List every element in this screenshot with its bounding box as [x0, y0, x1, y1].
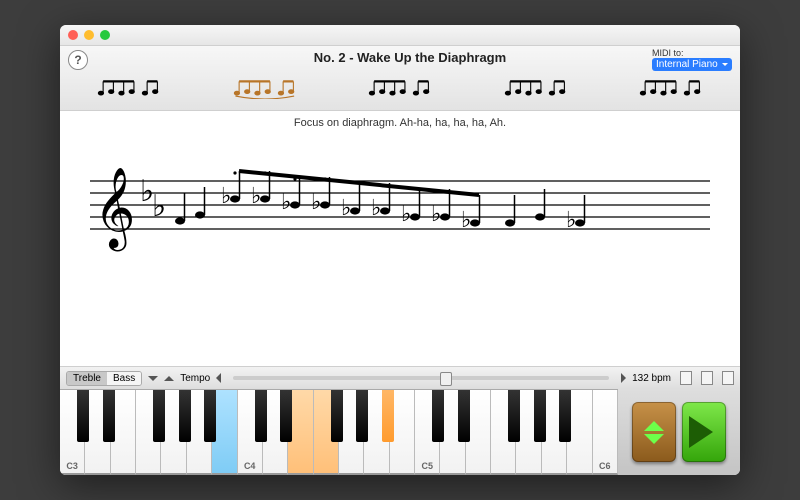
transpose-button[interactable]: [632, 402, 676, 462]
svg-text:♭: ♭: [461, 207, 471, 232]
clef-treble-button[interactable]: Treble: [67, 372, 107, 385]
midi-output: MIDI to: Internal Piano: [652, 48, 732, 71]
app-window: ? No. 2 - Wake Up the Diaphragm MIDI to:…: [60, 25, 740, 475]
white-key[interactable]: [288, 390, 313, 475]
play-icon: [689, 416, 729, 448]
tempo-slider[interactable]: [233, 376, 609, 380]
black-key[interactable]: [382, 390, 394, 442]
black-key[interactable]: [559, 390, 571, 442]
exercise-thumb-5[interactable]: [610, 74, 732, 102]
score-area: 𝄞 ♭ ♭ ♭♭♭♭♭♭♭♭♭♭: [60, 135, 740, 366]
black-key[interactable]: [103, 390, 115, 442]
loop-icon[interactable]: [722, 371, 734, 385]
exercise-thumb-4[interactable]: [475, 74, 597, 102]
svg-text:♭: ♭: [251, 183, 261, 208]
black-key[interactable]: [204, 390, 216, 442]
arrow-up-icon: [644, 411, 664, 431]
transpose-down-icon[interactable]: [148, 376, 158, 381]
keyboard-row: C3 C4 C5 C6: [60, 389, 740, 475]
clef-segmented: Treble Bass: [66, 371, 142, 386]
black-key[interactable]: [432, 390, 444, 442]
header: ? No. 2 - Wake Up the Diaphragm MIDI to:…: [60, 46, 740, 111]
tempo-slower-icon[interactable]: [216, 373, 221, 383]
key-label: C3: [60, 461, 84, 471]
black-key[interactable]: [331, 390, 343, 442]
key-label: C5: [415, 461, 439, 471]
exercise-thumbnails: [68, 74, 732, 102]
close-icon[interactable]: [68, 30, 78, 40]
white-key[interactable]: C6: [593, 390, 618, 475]
tempo-faster-icon[interactable]: [621, 373, 626, 383]
black-key[interactable]: [153, 390, 165, 442]
black-key[interactable]: [255, 390, 267, 442]
black-key[interactable]: [458, 390, 470, 442]
piano-keyboard: C3 C4 C5 C6: [60, 389, 618, 475]
transpose-up-icon[interactable]: [164, 376, 174, 381]
minimize-icon[interactable]: [84, 30, 94, 40]
clef-bass-button[interactable]: Bass: [107, 372, 141, 385]
exercise-thumb-3[interactable]: [339, 74, 461, 102]
exercise-thumb-2[interactable]: [204, 74, 326, 102]
music-staff: 𝄞 ♭ ♭ ♭♭♭♭♭♭♭♭♭♭: [80, 151, 720, 271]
tempo-slider-knob[interactable]: [440, 372, 452, 386]
svg-text:♭: ♭: [221, 183, 231, 208]
black-key[interactable]: [508, 390, 520, 442]
exercise-thumb-1[interactable]: [68, 74, 190, 102]
svg-text:♭: ♭: [401, 201, 411, 226]
metronome-icon[interactable]: [680, 371, 692, 385]
svg-text:♭: ♭: [281, 189, 291, 214]
control-bar: Treble Bass Tempo 132 bpm: [60, 366, 740, 389]
arrow-down-icon: [644, 434, 664, 454]
exercise-title: No. 2 - Wake Up the Diaphragm: [88, 50, 732, 65]
black-key[interactable]: [280, 390, 292, 442]
black-key[interactable]: [534, 390, 546, 442]
svg-text:♭: ♭: [152, 190, 166, 223]
play-button[interactable]: [682, 402, 726, 462]
svg-text:♭: ♭: [341, 195, 351, 220]
black-key[interactable]: [356, 390, 368, 442]
black-key[interactable]: [179, 390, 191, 442]
instruction-text: Focus on diaphragm. Ah-ha, ha, ha, ha, A…: [60, 111, 740, 135]
help-button[interactable]: ?: [68, 50, 88, 70]
svg-text:♭: ♭: [371, 195, 381, 220]
svg-text:♭: ♭: [431, 201, 441, 226]
count-in-icon[interactable]: [701, 371, 713, 385]
key-label: C6: [593, 461, 617, 471]
transport-buttons: [618, 389, 740, 475]
treble-clef-icon: 𝄞: [94, 168, 135, 251]
key-label: C4: [238, 461, 262, 471]
titlebar: [60, 25, 740, 46]
midi-select[interactable]: Internal Piano: [652, 58, 732, 71]
black-key[interactable]: [77, 390, 89, 442]
tempo-value: 132 bpm: [632, 373, 671, 384]
midi-label: MIDI to:: [652, 48, 732, 58]
svg-text:♭: ♭: [311, 189, 321, 214]
zoom-icon[interactable]: [100, 30, 110, 40]
svg-text:♭: ♭: [566, 207, 576, 232]
tempo-label: Tempo: [180, 373, 210, 384]
